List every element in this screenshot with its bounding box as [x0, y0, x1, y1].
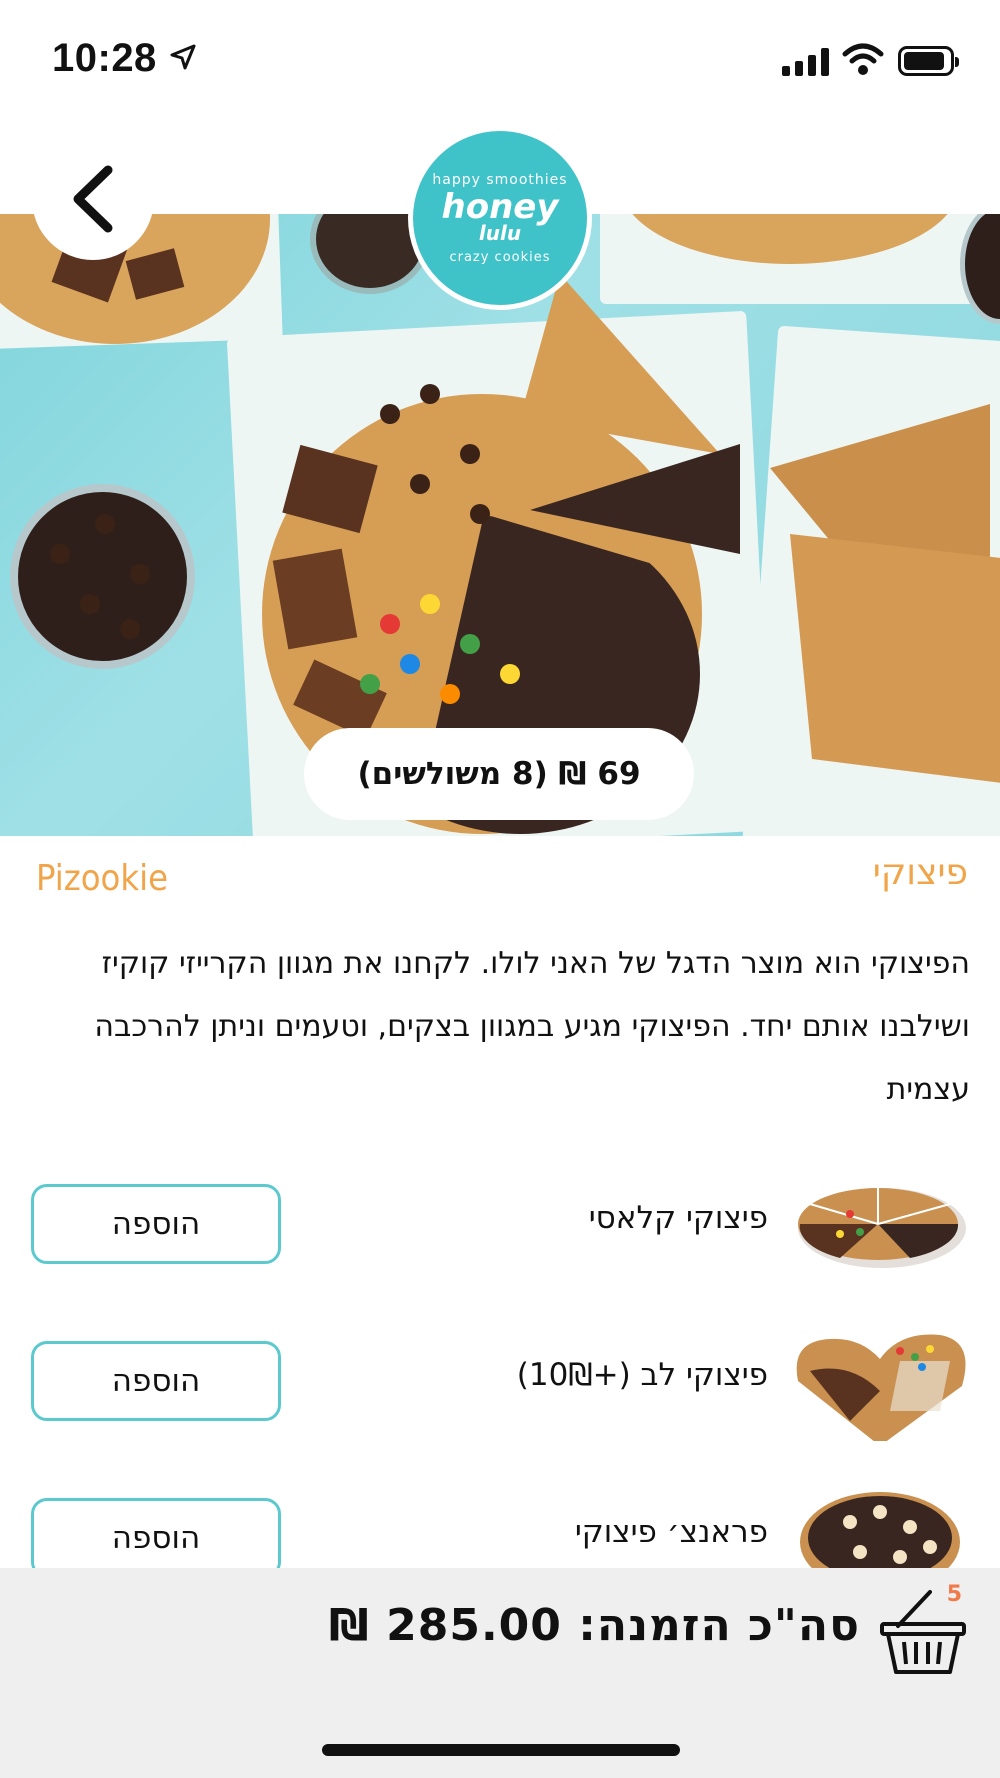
logo-bottom-text: crazy cookies	[449, 249, 551, 265]
location-arrow-icon	[170, 44, 196, 70]
logo-main-text: honey	[441, 186, 559, 227]
battery-icon	[898, 46, 959, 76]
add-button[interactable]: הוספה	[31, 1498, 281, 1578]
cart-count-badge: 5	[946, 1582, 962, 1607]
product-title-english: Pizookie	[36, 858, 169, 899]
product-thumbnail	[796, 1334, 966, 1441]
product-name: פיצוקי לב (+10₪)	[516, 1357, 768, 1393]
logo-sub-text: lulu	[478, 220, 522, 245]
product-name: פיצוקי קלאסי	[588, 1200, 768, 1236]
price-badge: 69 ₪ (8 משולשים)	[304, 728, 694, 820]
home-indicator[interactable]	[322, 1744, 680, 1756]
status-bar: 10:28	[0, 0, 1000, 120]
wifi-icon	[842, 43, 884, 75]
chevron-left-icon	[73, 165, 113, 233]
add-button[interactable]: הוספה	[31, 1184, 281, 1264]
product-description: הפיצוקי הוא מוצר הדגל של האני לולו. לקחנ…	[94, 946, 970, 1107]
order-summary-bar: 5 סה"כ הזמנה: 285.00 ₪	[0, 1568, 1000, 1778]
logo-top-text: happy smoothies	[432, 171, 568, 188]
status-time: 10:28	[52, 36, 157, 80]
cellular-signal-icon	[782, 48, 829, 76]
product-name: פראנצ׳ פיצוקי	[574, 1514, 768, 1550]
back-button[interactable]	[32, 138, 154, 260]
add-button[interactable]: הוספה	[31, 1341, 281, 1421]
product-title-hebrew: פיצוקי	[872, 852, 968, 893]
list-item: הוספה פיצוקי לב (+10₪)	[0, 1325, 1000, 1441]
product-thumbnail	[798, 1188, 966, 1268]
order-total: סה"כ הזמנה: 285.00 ₪	[329, 1600, 860, 1651]
brand-logo: happy smoothies honey lulu crazy cookies	[408, 126, 592, 310]
list-item: הוספה פיצוקי קלאסי	[0, 1168, 1000, 1278]
